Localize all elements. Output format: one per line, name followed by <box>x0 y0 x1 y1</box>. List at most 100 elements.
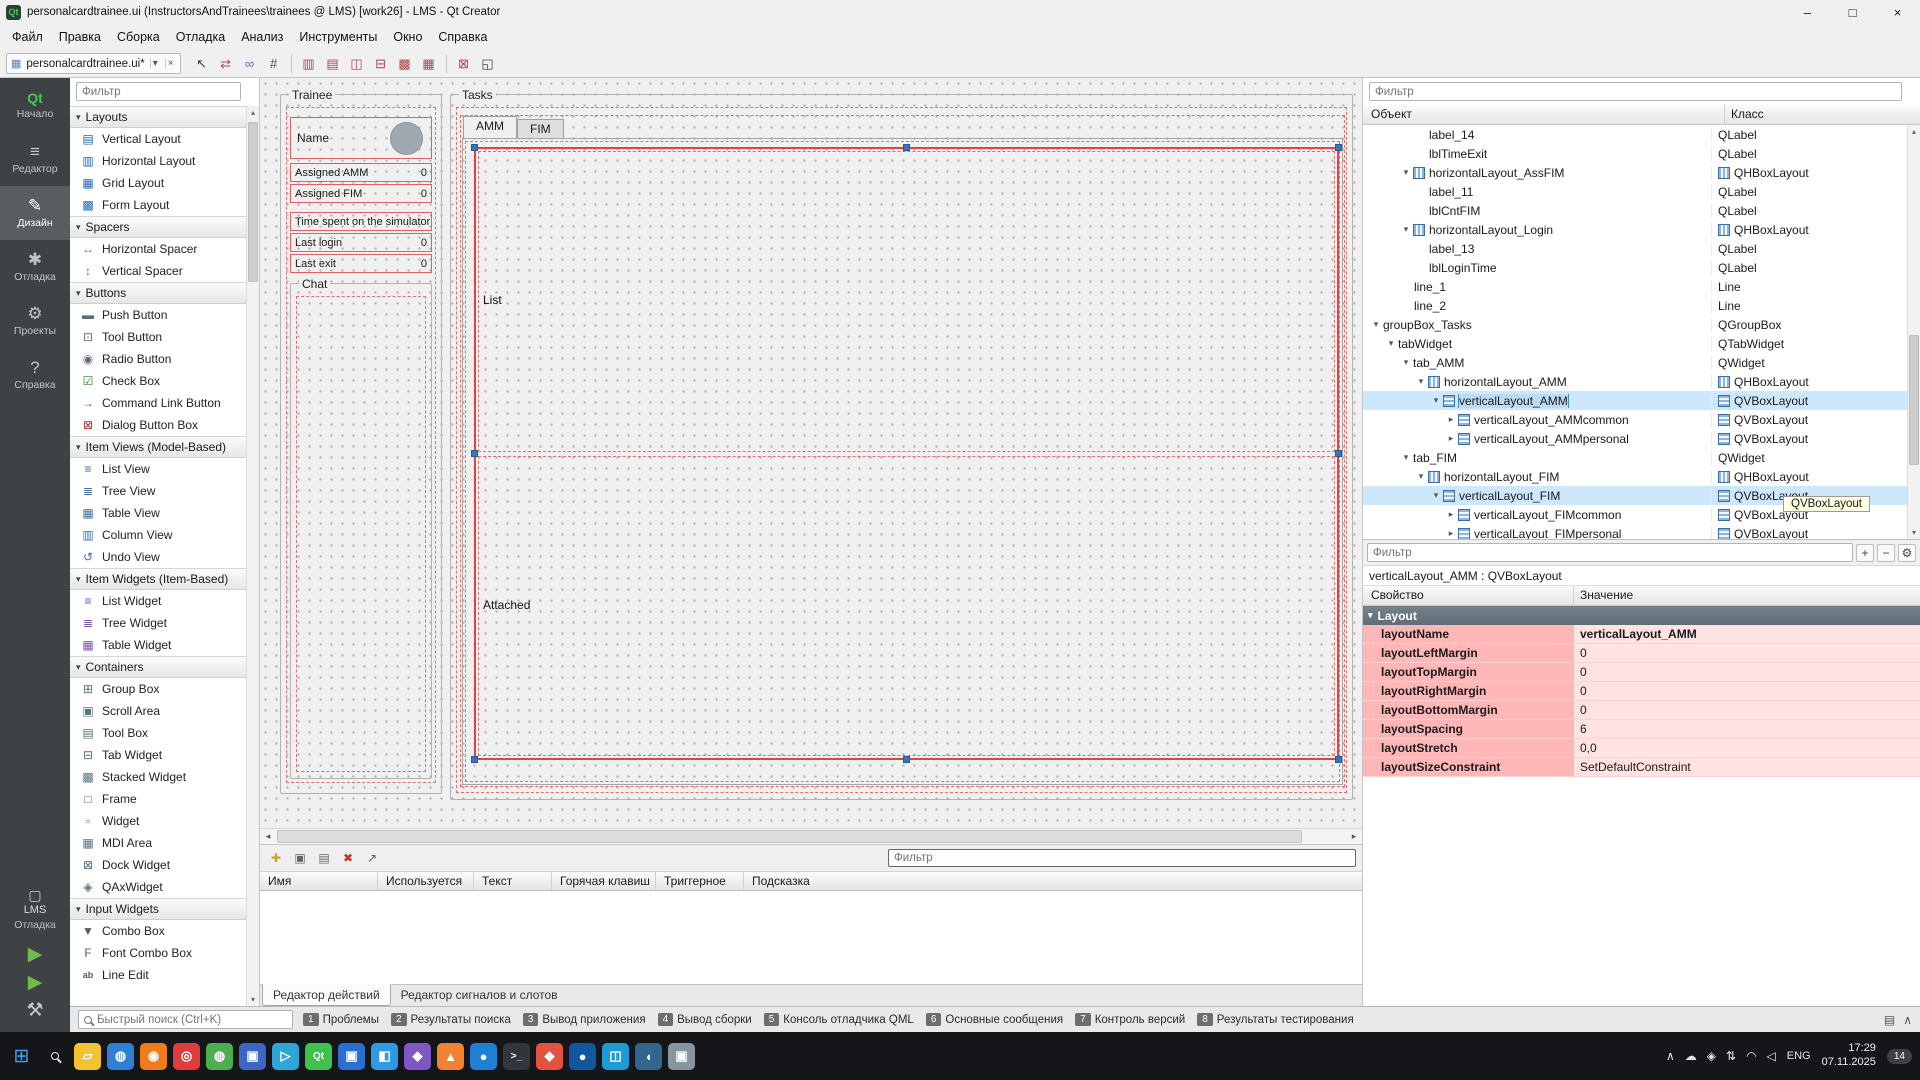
property-row[interactable]: layoutSpacing6 <box>1363 720 1920 739</box>
widget-list-view[interactable]: ≡List View <box>70 458 246 480</box>
copy-action-button[interactable]: ▣ <box>290 848 310 868</box>
docker-icon[interactable]: ◫ <box>602 1043 629 1070</box>
add-dynamic-property-button[interactable]: + <box>1856 544 1874 562</box>
widgetbox-category[interactable]: ▾Containers <box>70 656 246 678</box>
action-column-header[interactable]: Используется <box>378 872 474 890</box>
form-canvas[interactable]: Trainee Name Assigned AMM0Assigned FIM0 … <box>260 78 1362 828</box>
widgetbox-category[interactable]: ▾Item Widgets (Item-Based) <box>70 568 246 590</box>
layout-horizontally-icon[interactable]: ▥ <box>298 53 320 75</box>
menu-item[interactable]: Правка <box>51 27 109 47</box>
widgetbox-category[interactable]: ▾Spacers <box>70 216 246 238</box>
widget-combo-box[interactable]: ▼Combo Box <box>70 920 246 942</box>
widget-tree-widget[interactable]: ≣Tree Widget <box>70 612 246 634</box>
property-filter-input[interactable] <box>1367 543 1853 562</box>
scroll-down-icon[interactable]: ▾ <box>247 993 259 1006</box>
layout-grid-icon[interactable]: ▦ <box>418 53 440 75</box>
widget-font-combo-box[interactable]: FFont Combo Box <box>70 942 246 964</box>
edit-buddies-icon[interactable]: ∞ <box>239 53 261 75</box>
scroll-down-icon[interactable]: ▾ <box>1908 526 1920 539</box>
onedrive-icon[interactable]: ☁ <box>1685 1049 1697 1063</box>
property-row[interactable]: layoutStretch0,0 <box>1363 739 1920 758</box>
app-blue-4-icon[interactable]: ● <box>569 1043 596 1070</box>
build-button[interactable]: ⚒ <box>26 1001 43 1020</box>
defender-icon[interactable]: ◈ <box>1707 1049 1716 1063</box>
form-stat-row[interactable]: Time spent on the simulator0 <box>290 212 432 231</box>
debug-run-button[interactable]: ▶ <box>28 973 43 992</box>
property-row[interactable]: layoutTopMargin0 <box>1363 663 1920 682</box>
layout-cell-personal[interactable]: Attached <box>478 456 1335 757</box>
menu-item[interactable]: Справка <box>430 27 495 47</box>
inspector-row[interactable]: ▾verticalLayout_AMMQVBoxLayout <box>1363 391 1907 410</box>
inspector-row[interactable]: ▸verticalLayout_AMMcommonQVBoxLayout <box>1363 410 1907 429</box>
inspector-scrollbar[interactable]: ▴ ▾ <box>1907 125 1920 539</box>
edit-tab-order-icon[interactable]: # <box>263 53 285 75</box>
action-column-header[interactable]: Подсказка <box>744 872 1362 890</box>
property-row[interactable]: layoutNameverticalLayout_AMM <box>1363 625 1920 644</box>
postgres-icon[interactable]: ◖ <box>635 1043 662 1070</box>
vlc-icon[interactable]: ▲ <box>437 1043 464 1070</box>
scroll-left-icon[interactable]: ◂ <box>260 829 276 844</box>
quick-search-box[interactable] <box>78 1010 293 1029</box>
widgetbox-category[interactable]: ▾Layouts <box>70 106 246 128</box>
property-column-header[interactable]: Свойство <box>1363 586 1573 605</box>
tab-[interactable]: Редактор сигналов и слотов <box>391 985 568 1006</box>
widget-form-layout[interactable]: ▩Form Layout <box>70 194 246 216</box>
inspector-row[interactable]: ▾horizontalLayout_AssFIMQHBoxLayout <box>1363 163 1907 182</box>
vscode-icon[interactable]: ◧ <box>371 1043 398 1070</box>
scroll-up-icon[interactable]: ▴ <box>1908 125 1920 138</box>
action-column-header[interactable]: Триггерное <box>656 872 744 890</box>
start-button[interactable]: ⊞ <box>8 1043 35 1070</box>
expand-arrow-icon[interactable]: ▸ <box>1444 433 1458 444</box>
output-pane-button[interactable]: 1Проблемы <box>300 1012 382 1027</box>
tab-fim[interactable]: FIM <box>517 119 564 138</box>
app-blue-2-icon[interactable]: ▣ <box>338 1043 365 1070</box>
collapse-arrow-icon[interactable]: ▾ <box>1429 490 1443 501</box>
form-horizontal-scrollbar[interactable]: ◂ ▸ <box>260 828 1362 844</box>
widget-stacked-widget[interactable]: ▩Stacked Widget <box>70 766 246 788</box>
file-explorer-icon[interactable]: ▱ <box>74 1043 101 1070</box>
property-section-layout[interactable]: ▾ Layout <box>1363 606 1920 625</box>
inspector-row[interactable]: ▾tab_AMMQWidget <box>1363 353 1907 372</box>
delete-action-button[interactable]: ✖ <box>338 848 358 868</box>
inspector-row[interactable]: ▸verticalLayout_AMMpersonalQVBoxLayout <box>1363 429 1907 448</box>
menu-item[interactable]: Отладка <box>168 27 233 47</box>
widget-qaxwidget[interactable]: ◈QAxWidget <box>70 876 246 898</box>
keyboard-language[interactable]: ENG <box>1787 1050 1811 1062</box>
output-pane-button[interactable]: 6Основные сообщения <box>923 1012 1066 1027</box>
scroll-up-icon[interactable]: ▴ <box>247 106 259 119</box>
widget-vertical-layout[interactable]: ▤Vertical Layout <box>70 128 246 150</box>
layout-form-icon[interactable]: ▩ <box>394 53 416 75</box>
action-column-header[interactable]: Текст <box>474 872 552 890</box>
tab-page-amm[interactable]: List Attached <box>462 138 1343 785</box>
widget-horizontal-layout[interactable]: ▥Horizontal Layout <box>70 150 246 172</box>
scroll-right-icon[interactable]: ▸ <box>1346 829 1362 844</box>
browser-edge-icon[interactable]: ◍ <box>107 1043 134 1070</box>
form-stat-row[interactable]: Last exit0 <box>290 254 432 273</box>
widget-mdi-area[interactable]: ▦MDI Area <box>70 832 246 854</box>
collapse-arrow-icon[interactable]: ▾ <box>1429 395 1443 406</box>
mode-help[interactable]: ?Справка <box>0 348 70 402</box>
app-blue-1-icon[interactable]: ▣ <box>239 1043 266 1070</box>
form-stat-row[interactable]: Assigned FIM0 <box>290 184 432 203</box>
widget-table-view[interactable]: ▦Table View <box>70 502 246 524</box>
widget-widget[interactable]: ▫Widget <box>70 810 246 832</box>
inspector-row[interactable]: lblCntFIMQLabel <box>1363 201 1907 220</box>
menu-item[interactable]: Окно <box>385 27 430 47</box>
scrollbar-thumb[interactable] <box>248 122 258 282</box>
layout-horizontal-splitter-icon[interactable]: ◫ <box>346 53 368 75</box>
menu-item[interactable]: Инструменты <box>291 27 385 47</box>
widgetbox-category[interactable]: ▾Buttons <box>70 282 246 304</box>
kit-selector[interactable]: ▢ LMS Отладка <box>0 883 70 935</box>
inspector-row[interactable]: ▾tabWidgetQTabWidget <box>1363 334 1907 353</box>
output-pane-menu-icon[interactable]: ▤ <box>1884 1013 1895 1027</box>
app-purple-icon[interactable]: ◆ <box>404 1043 431 1070</box>
action-column-header[interactable]: Горячая клавиш <box>552 872 656 890</box>
widget-tool-box[interactable]: ▤Tool Box <box>70 722 246 744</box>
output-pane-button[interactable]: 3Вывод приложения <box>520 1012 649 1027</box>
break-layout-icon[interactable]: ⊠ <box>453 53 475 75</box>
collapse-arrow-icon[interactable]: ▾ <box>1399 357 1413 368</box>
resize-handle[interactable] <box>903 756 910 763</box>
selected-vertical-layout[interactable]: List Attached <box>474 147 1339 760</box>
collapse-arrow-icon[interactable]: ▾ <box>1384 338 1398 349</box>
bluetooth-icon[interactable]: ⇅ <box>1726 1049 1736 1063</box>
